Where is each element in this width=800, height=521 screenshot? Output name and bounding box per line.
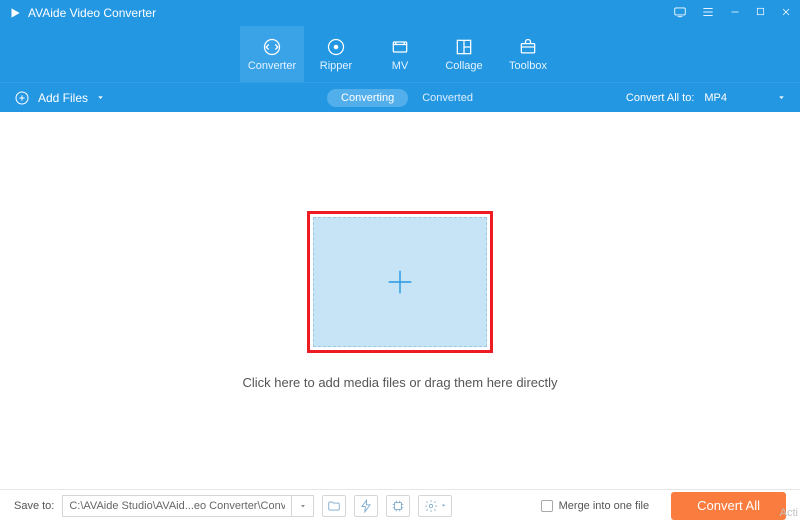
- add-files-label: Add Files: [38, 91, 88, 105]
- chip-icon: [391, 499, 405, 513]
- nav-label: Collage: [445, 60, 482, 72]
- tab-converting[interactable]: Converting: [327, 89, 408, 107]
- minimize-button[interactable]: [729, 6, 741, 21]
- lightning-button[interactable]: [354, 495, 378, 517]
- app-title: AVAide Video Converter: [28, 6, 156, 20]
- window-controls: [673, 5, 792, 22]
- merge-label: Merge into one file: [559, 500, 650, 512]
- main-nav: Converter Ripper MV Collage Toolbox: [0, 26, 800, 82]
- maximize-button[interactable]: [755, 6, 766, 20]
- plus-icon: [383, 265, 417, 299]
- lightning-icon: [359, 499, 373, 513]
- save-path-dropdown[interactable]: [292, 495, 314, 517]
- chevron-down-icon: [299, 502, 307, 510]
- titlebar: AVAide Video Converter: [0, 0, 800, 26]
- nav-label: MV: [392, 60, 409, 72]
- output-format-select[interactable]: MP4: [704, 92, 786, 104]
- converter-icon: [262, 37, 282, 57]
- convert-all-button[interactable]: Convert All: [671, 492, 786, 520]
- format-value: MP4: [704, 92, 727, 104]
- chevron-down-icon: [96, 93, 105, 102]
- open-folder-button[interactable]: [322, 495, 346, 517]
- footer: Save to: Merge into one file Convert All: [0, 489, 800, 521]
- checkbox-icon: [541, 500, 553, 512]
- main-area: Click here to add media files or drag th…: [0, 112, 800, 489]
- nav-mv[interactable]: MV: [368, 26, 432, 82]
- status-tabs: Converting Converted: [327, 89, 473, 107]
- convert-all-to: Convert All to: MP4: [626, 92, 786, 104]
- save-to-label: Save to:: [14, 500, 54, 512]
- dropzone-highlight: [307, 211, 493, 353]
- nav-collage[interactable]: Collage: [432, 26, 496, 82]
- nav-label: Ripper: [320, 60, 352, 72]
- nav-ripper[interactable]: Ripper: [304, 26, 368, 82]
- settings-button[interactable]: [418, 495, 452, 517]
- nav-label: Converter: [248, 60, 296, 72]
- tab-converted[interactable]: Converted: [422, 92, 473, 104]
- convert-all-to-label: Convert All to:: [626, 92, 694, 104]
- gpu-button[interactable]: [386, 495, 410, 517]
- play-logo-icon: [8, 6, 22, 20]
- menu-icon[interactable]: [701, 5, 715, 22]
- dropzone-hint: Click here to add media files or drag th…: [242, 375, 557, 390]
- collage-icon: [454, 37, 474, 57]
- gear-icon: [424, 499, 438, 513]
- feedback-icon[interactable]: [673, 5, 687, 22]
- close-button[interactable]: [780, 6, 792, 21]
- add-media-dropzone[interactable]: [313, 217, 487, 347]
- chevron-down-icon: [440, 502, 447, 509]
- toolbar: Add Files Converting Converted Convert A…: [0, 82, 800, 112]
- toolbox-icon: [518, 37, 538, 57]
- add-files-button[interactable]: Add Files: [14, 90, 105, 106]
- ripper-icon: [326, 37, 346, 57]
- merge-checkbox[interactable]: Merge into one file: [541, 500, 650, 512]
- save-path-input[interactable]: [62, 495, 292, 517]
- nav-label: Toolbox: [509, 60, 547, 72]
- app-logo: AVAide Video Converter: [8, 6, 156, 20]
- folder-icon: [327, 499, 341, 513]
- nav-toolbox[interactable]: Toolbox: [496, 26, 560, 82]
- chevron-down-icon: [777, 93, 786, 102]
- mv-icon: [390, 37, 410, 57]
- plus-circle-icon: [14, 90, 30, 106]
- nav-converter[interactable]: Converter: [240, 26, 304, 82]
